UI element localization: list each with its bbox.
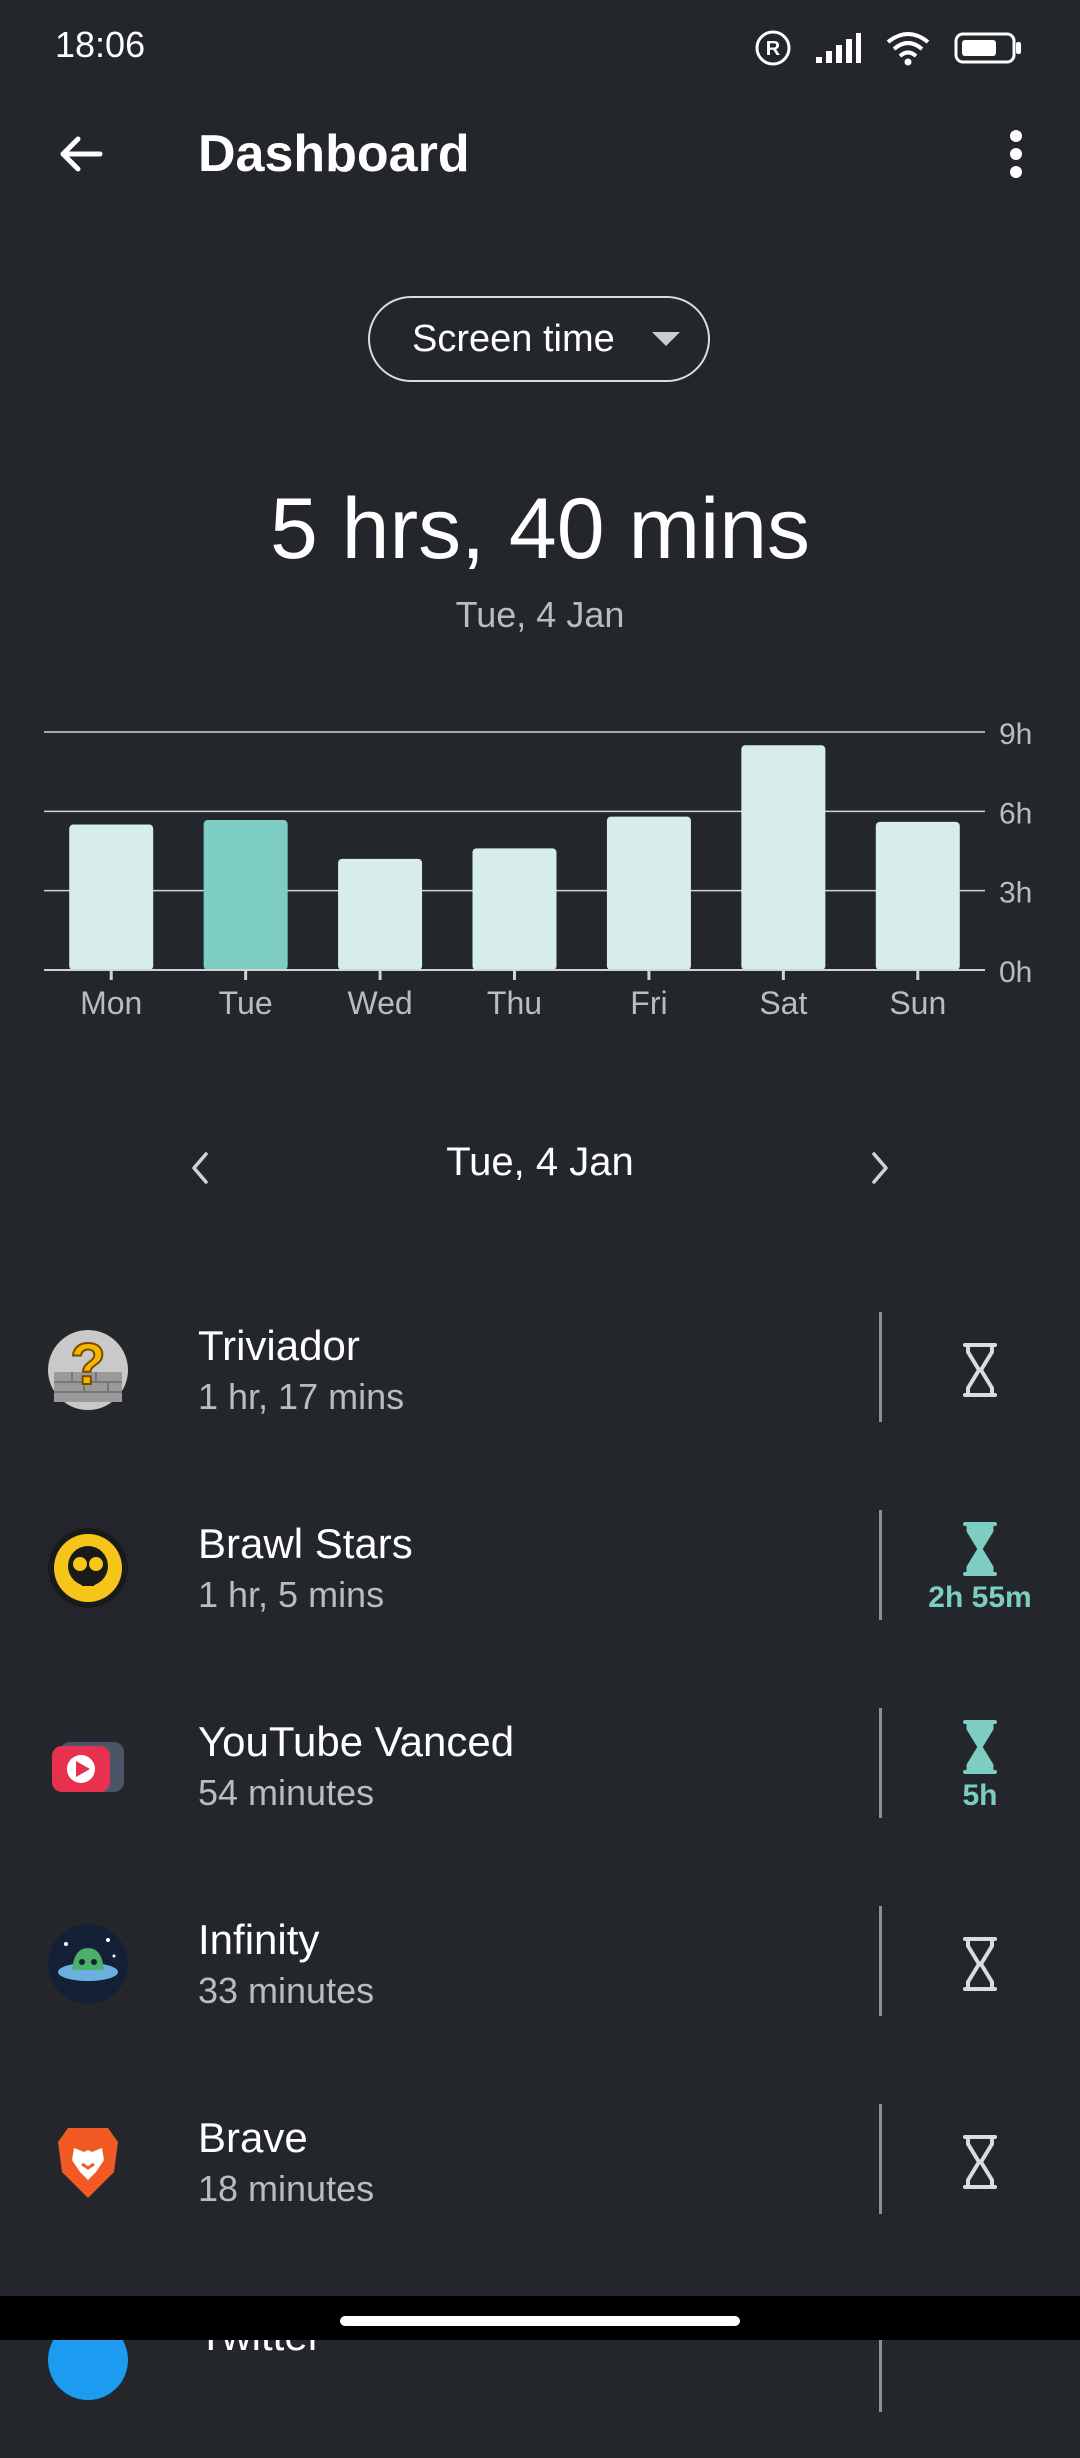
status-time: 18:06 — [55, 24, 146, 65]
x-tick-label: Wed — [347, 985, 412, 1021]
page-title: Dashboard — [198, 125, 470, 183]
list-item[interactable]: Twitter — [0, 2260, 1080, 2458]
x-tick-label: Sun — [889, 985, 946, 1021]
hourglass-icon — [963, 2135, 997, 2189]
chart-bar-sat[interactable] — [741, 745, 826, 970]
y-tick-label: 3h — [999, 877, 1032, 910]
x-tick-label: Fri — [630, 985, 667, 1021]
more-options-button[interactable] — [980, 118, 1052, 190]
y-tick-label: 0h — [999, 956, 1032, 989]
app-name: Triviador — [198, 1322, 360, 1369]
registered-icon: R — [755, 30, 791, 66]
signal-icon — [816, 33, 861, 63]
app-usage-time: 33 minutes — [198, 1970, 375, 2011]
infinity-icon — [48, 1924, 128, 2004]
row-divider — [879, 1312, 882, 1422]
app-timer-label: 5h — [962, 1779, 998, 1812]
date-navigator: Tue, 4 Jan — [0, 1128, 1080, 1208]
selected-date: Tue, 4 Jan — [446, 1140, 634, 1184]
list-item[interactable]: Brave 18 minutes — [0, 2062, 1080, 2260]
status-icons: R — [754, 24, 1024, 72]
chart-bar-thu[interactable] — [472, 848, 557, 970]
chart-bar-tue[interactable] — [203, 820, 288, 970]
status-bar: 18:06 R — [0, 0, 1080, 96]
next-day-button[interactable] — [848, 1136, 912, 1200]
list-item[interactable]: ? Triviador 1 hr, 17 mins — [0, 1270, 1080, 1468]
triviador-icon: ? — [48, 1330, 128, 1410]
metric-dropdown[interactable]: Screen time — [368, 296, 710, 382]
svg-text:R: R — [766, 38, 781, 60]
hourglass-icon — [963, 1720, 997, 1774]
row-divider — [879, 1906, 882, 2016]
row-divider — [879, 2104, 882, 2214]
gesture-nav-bar — [0, 2296, 1080, 2340]
chevron-right-icon — [872, 1152, 888, 1184]
app-name: Brave — [198, 2114, 308, 2161]
home-indicator[interactable] — [340, 2316, 740, 2326]
more-vertical-icon — [1010, 130, 1022, 178]
app-timer-button[interactable] — [900, 1906, 1060, 2022]
svg-text:?: ? — [70, 1332, 105, 1397]
x-tick-label: Thu — [487, 985, 542, 1021]
y-tick-label: 6h — [999, 797, 1032, 830]
chart-bar-sun[interactable] — [875, 821, 960, 970]
hourglass-icon — [963, 1343, 997, 1397]
app-usage-time: 1 hr, 5 mins — [198, 1574, 385, 1615]
chart-bar-fri[interactable] — [606, 816, 691, 970]
metric-dropdown-value: Screen time — [412, 317, 615, 360]
brawl-stars-icon — [48, 1528, 128, 1608]
list-item[interactable]: Infinity 33 minutes — [0, 1864, 1080, 2062]
total-screen-time: 5 hrs, 40 mins — [269, 481, 811, 577]
app-usage-time: 54 minutes — [198, 1772, 375, 1813]
youtube-vanced-icon — [52, 1742, 124, 1792]
app-timer-button[interactable]: 2h 55m — [900, 1510, 1060, 1626]
wifi-icon — [886, 32, 930, 66]
hourglass-icon — [963, 1522, 997, 1576]
app-usage-time: 18 minutes — [198, 2168, 375, 2209]
list-item[interactable]: YouTube Vanced 54 minutes 5h — [0, 1666, 1080, 1864]
app-usage-time: 1 hr, 17 mins — [198, 1376, 405, 1417]
app-name: YouTube Vanced — [198, 1718, 515, 1765]
app-name: Brawl Stars — [198, 1520, 413, 1567]
app-name: Infinity — [198, 1916, 320, 1963]
list-item[interactable]: Brawl Stars 1 hr, 5 mins 2h 55m — [0, 1468, 1080, 1666]
summary-date: Tue, 4 Jan — [455, 594, 625, 635]
app-bar: Dashboard — [0, 96, 1080, 212]
app-timer-button[interactable]: 5h — [900, 1708, 1060, 1824]
back-button[interactable] — [44, 118, 116, 190]
hourglass-icon — [963, 1937, 997, 1991]
app-timer-label: 2h 55m — [928, 1581, 1032, 1614]
y-tick-label: 9h — [999, 718, 1032, 751]
chart-bar-wed[interactable] — [338, 858, 423, 970]
chart-bar-mon[interactable] — [69, 824, 154, 970]
battery-icon — [954, 32, 1021, 64]
x-tick-label: Sat — [759, 985, 807, 1021]
brave-icon — [58, 2128, 118, 2198]
x-tick-label: Mon — [80, 985, 142, 1021]
arrow-left-icon — [60, 136, 103, 172]
row-divider — [879, 1708, 882, 1818]
app-timer-button[interactable] — [900, 2104, 1060, 2220]
row-divider — [879, 1510, 882, 1620]
weekly-usage-chart: 0h 3h 6h 9h Mon Tue Wed Thu Fri Sat Sun — [44, 718, 1032, 1021]
x-tick-label: Tue — [219, 985, 273, 1021]
dropdown-caret-icon — [652, 332, 680, 346]
app-timer-button[interactable] — [900, 1312, 1060, 1428]
